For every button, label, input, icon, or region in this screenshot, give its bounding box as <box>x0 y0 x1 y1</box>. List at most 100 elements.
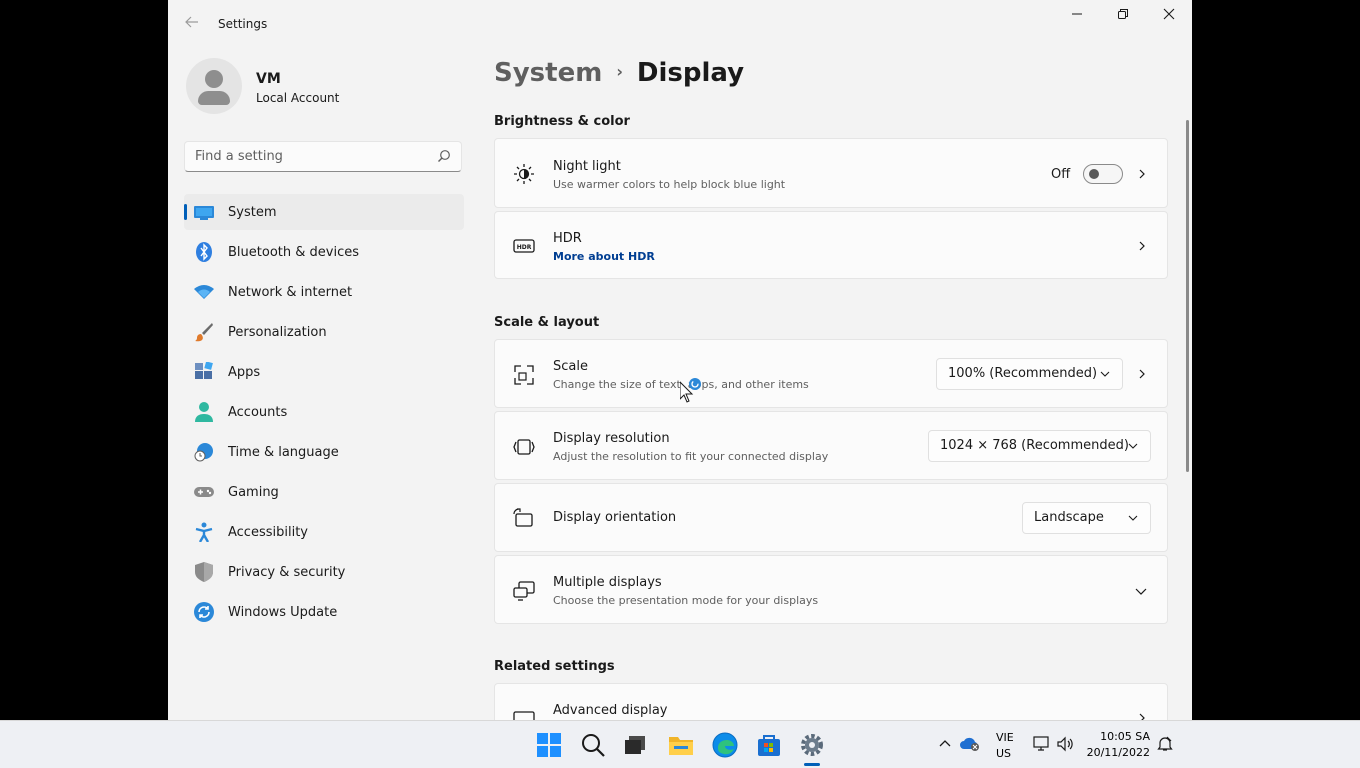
sidebar-item-label: System <box>228 205 277 220</box>
sidebar-item-accounts[interactable]: Accounts <box>184 394 464 430</box>
multiple-displays-icon <box>513 581 535 601</box>
resolution-subtitle: Adjust the resolution to fit your connec… <box>553 450 829 463</box>
sidebar-item-time-language[interactable]: Time & language <box>184 434 464 470</box>
sidebar-item-accessibility[interactable]: Accessibility <box>184 514 464 550</box>
network-icon[interactable] <box>1033 736 1051 752</box>
clock-time[interactable]: 10:05 SA <box>1100 730 1150 743</box>
section-title-related: Related settings <box>494 659 615 674</box>
night-light-toggle[interactable] <box>1083 164 1123 184</box>
sidebar-item-label: Accounts <box>228 405 288 420</box>
orientation-title: Display orientation <box>553 510 677 525</box>
breadcrumb-separator-icon: › <box>616 62 623 81</box>
multiple-displays-title: Multiple displays <box>553 575 662 590</box>
arrow-left-icon <box>185 16 198 28</box>
breadcrumb-parent[interactable]: System <box>494 58 602 88</box>
orientation-card: Display orientation Landscape <box>494 483 1168 552</box>
restore-button[interactable] <box>1100 0 1146 32</box>
chevron-down-icon <box>1100 371 1110 377</box>
sidebar-item-windows-update[interactable]: Windows Update <box>184 594 464 630</box>
chevron-down-icon[interactable] <box>1135 586 1147 596</box>
brush-icon <box>195 323 213 342</box>
orientation-dropdown-value: Landscape <box>1034 510 1104 525</box>
resolution-title: Display resolution <box>553 431 670 446</box>
toggle-knob <box>1089 169 1099 179</box>
search-icon[interactable] <box>437 149 451 163</box>
section-title-scale-layout: Scale & layout <box>494 315 600 330</box>
resolution-card: Display resolution Adjust the resolution… <box>494 411 1168 480</box>
start-icon[interactable] <box>536 732 562 758</box>
close-button[interactable] <box>1146 0 1192 32</box>
system-icon <box>194 206 214 220</box>
monitor-icon <box>513 711 535 720</box>
edge-icon[interactable] <box>712 732 738 758</box>
chevron-right-icon <box>1139 713 1145 720</box>
scrollbar[interactable] <box>1186 120 1189 472</box>
svg-text:HDR: HDR <box>517 244 532 251</box>
chevron-down-icon <box>1128 515 1138 521</box>
person-icon <box>195 402 213 422</box>
sidebar-item-apps[interactable]: Apps <box>184 354 464 390</box>
gamepad-icon <box>194 487 214 497</box>
sidebar-item-system[interactable]: System <box>184 194 464 230</box>
sidebar-item-personalization[interactable]: Personalization <box>184 314 464 350</box>
task-view-icon[interactable] <box>622 732 648 758</box>
accessibility-icon <box>195 522 213 542</box>
orientation-dropdown[interactable]: Landscape <box>1022 502 1151 534</box>
multiple-displays-card[interactable]: Multiple displays Choose the presentatio… <box>494 555 1168 624</box>
sidebar-item-label: Bluetooth & devices <box>228 245 359 260</box>
breadcrumb: System › Display <box>494 58 744 88</box>
sidebar-item-network[interactable]: Network & internet <box>184 274 464 310</box>
page-title: Display <box>636 58 745 88</box>
avatar-body <box>198 91 230 105</box>
store-icon[interactable] <box>756 732 782 758</box>
search-box[interactable] <box>184 141 462 172</box>
taskbar: VIE US 10:05 SA 20/11/2022 <box>0 720 1360 768</box>
night-light-state: Off <box>1051 167 1071 182</box>
notification-icon[interactable] <box>1157 736 1173 752</box>
onedrive-icon[interactable] <box>959 734 981 752</box>
avatar[interactable] <box>186 58 242 114</box>
settings-icon[interactable] <box>799 732 825 758</box>
sidebar-item-gaming[interactable]: Gaming <box>184 474 464 510</box>
multiple-displays-subtitle: Choose the presentation mode for your di… <box>553 594 819 607</box>
avatar-head <box>205 70 223 88</box>
resolution-dropdown-value: 1024 × 768 (Recommended) <box>940 438 1129 453</box>
clock-date[interactable]: 20/11/2022 <box>1087 746 1150 759</box>
language-indicator-line1[interactable]: VIE <box>996 731 1014 744</box>
orientation-icon <box>513 508 533 527</box>
sidebar-item-privacy[interactable]: Privacy & security <box>184 554 464 590</box>
night-light-card[interactable]: Night light Use warmer colors to help bl… <box>494 138 1168 208</box>
back-button[interactable] <box>182 14 202 34</box>
restore-icon <box>1118 9 1128 19</box>
minimize-button[interactable] <box>1054 0 1100 32</box>
night-light-subtitle: Use warmer colors to help block blue lig… <box>553 178 786 191</box>
night-light-icon <box>514 164 534 184</box>
scale-dropdown[interactable]: 100% (Recommended) <box>936 358 1123 390</box>
language-indicator-line2[interactable]: US <box>996 747 1011 760</box>
sidebar-item-bluetooth[interactable]: Bluetooth & devices <box>184 234 464 270</box>
resolution-dropdown[interactable]: 1024 × 768 (Recommended) <box>928 430 1151 462</box>
advanced-display-title: Advanced display <box>553 703 668 718</box>
chevron-up-icon[interactable] <box>939 738 951 750</box>
hdr-card[interactable]: HDR HDR More about HDR <box>494 211 1168 279</box>
advanced-display-card[interactable]: Advanced display <box>494 683 1168 720</box>
volume-icon[interactable] <box>1057 736 1075 752</box>
sidebar-item-label: Windows Update <box>228 605 338 620</box>
update-icon <box>194 602 214 622</box>
hdr-link[interactable]: More about HDR <box>553 250 655 263</box>
search-input[interactable] <box>195 149 425 164</box>
app-title: Settings <box>218 17 268 31</box>
chevron-right-icon <box>1139 169 1145 179</box>
search-icon[interactable] <box>580 732 606 758</box>
globe-clock-icon <box>194 443 213 462</box>
scale-card[interactable]: Scale Change the size of text, apps, and… <box>494 339 1168 408</box>
active-app-indicator <box>804 763 820 766</box>
file-explorer-icon[interactable] <box>668 732 694 758</box>
sidebar-nav: System Bluetooth & devices Network & int… <box>184 194 464 634</box>
chevron-right-icon <box>1139 241 1145 251</box>
scale-title: Scale <box>553 359 588 374</box>
hdr-icon: HDR <box>513 239 535 253</box>
scale-icon <box>514 365 534 385</box>
scale-dropdown-value: 100% (Recommended) <box>948 366 1098 381</box>
sidebar-item-label: Gaming <box>228 485 279 500</box>
